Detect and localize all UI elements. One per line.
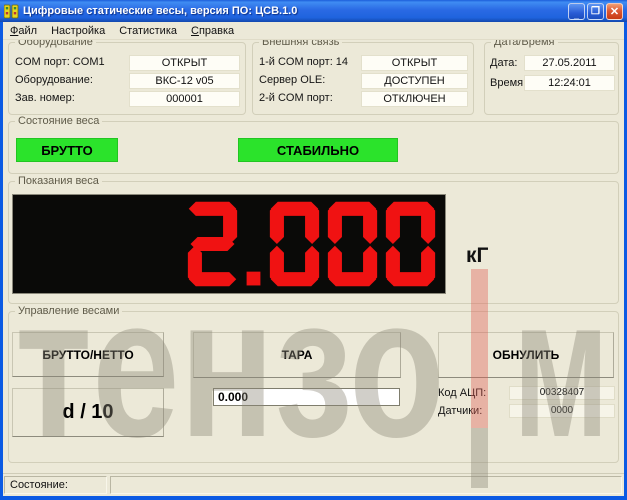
- device-label: Оборудование:: [15, 74, 93, 86]
- weight-readout-caption: Показания веса: [15, 175, 102, 187]
- sensors-value: 0000: [509, 404, 615, 418]
- controls-caption: Управление весами: [15, 305, 122, 317]
- zero-button[interactable]: ОБНУЛИТЬ: [438, 332, 614, 378]
- serial-value: 000001: [129, 91, 240, 107]
- menu-item-help[interactable]: Справка: [184, 24, 241, 38]
- status-bar: Состояние:: [3, 473, 624, 496]
- ole-label: Сервер OLE:: [259, 74, 325, 86]
- unit-label: кГ: [466, 244, 488, 268]
- weight-readout-group: Показания веса кГ: [8, 181, 619, 304]
- d10-button[interactable]: d / 10: [12, 388, 164, 437]
- com1-label: 1-й COM порт: 14: [259, 56, 348, 68]
- time-value: 12:24:01: [524, 75, 615, 91]
- window-title: Цифровые статические весы, версия ПО: ЦС…: [23, 5, 568, 17]
- segment-digit: [186, 200, 239, 288]
- segment-digit: [384, 200, 437, 288]
- close-button[interactable]: ✕: [606, 3, 623, 20]
- segment-digit: [326, 200, 379, 288]
- app-window: Цифровые статические весы, версия ПО: ЦС…: [0, 0, 627, 500]
- segment-dot: [244, 200, 263, 288]
- device-value: ВКС-12 v05: [129, 73, 240, 89]
- status-label: Состояние:: [10, 479, 68, 491]
- gross-indicator: БРУТТО: [16, 138, 118, 162]
- time-label: Время:: [490, 77, 526, 89]
- sensors-label: Датчики:: [438, 405, 482, 417]
- window-border-left: [0, 0, 3, 500]
- menu-item-statistics[interactable]: Статистика: [112, 24, 184, 38]
- com-port-label: COM порт: COM1: [15, 56, 105, 68]
- com2-status: ОТКЛЮЧЕН: [361, 91, 468, 107]
- status-value-panel: [110, 476, 622, 494]
- title-bar: Цифровые статические весы, версия ПО: ЦС…: [0, 0, 627, 22]
- seven-segment-display: [12, 194, 446, 294]
- segment-digit: [268, 200, 321, 288]
- menu-bar: Файл Настройка Статистика Справка: [3, 22, 624, 40]
- equipment-group: Оборудование COM порт: COM1 ОТКРЫТ Обору…: [8, 42, 246, 115]
- com2-label: 2-й COM порт:: [259, 92, 333, 104]
- adc-label: Код АЦП:: [438, 387, 486, 399]
- adc-value: 00328407: [509, 386, 615, 400]
- window-border-bottom: [0, 496, 627, 500]
- stable-indicator: СТАБИЛЬНО: [238, 138, 398, 162]
- datetime-group: Дата/Время Дата: 27.05.2011 Время: 12:24…: [484, 42, 619, 115]
- weight-state-caption: Состояние веса: [15, 115, 102, 127]
- weight-state-group: Состояние веса БРУТТО СТАБИЛЬНО: [8, 121, 619, 174]
- tare-button[interactable]: ТАРА: [193, 332, 401, 378]
- app-icon: [4, 4, 19, 19]
- date-value: 27.05.2011: [524, 55, 615, 71]
- controls-group: Управление весами БРУТТО/НЕТТО ТАРА ОБНУ…: [8, 311, 619, 463]
- com1-status: ОТКРЫТ: [361, 55, 468, 71]
- external-link-group: Внешняя связь 1-й COM порт: 14 ОТКРЫТ Се…: [252, 42, 474, 115]
- maximize-button[interactable]: ❐: [587, 3, 604, 20]
- minimize-button[interactable]: _: [568, 3, 585, 20]
- tare-input[interactable]: [213, 388, 400, 406]
- serial-label: Зав. номер:: [15, 92, 75, 104]
- ole-status: ДОСТУПЕН: [361, 73, 468, 89]
- com-port-status: ОТКРЫТ: [129, 55, 240, 71]
- menu-item-settings[interactable]: Настройка: [44, 24, 112, 38]
- menu-item-file[interactable]: Файл: [3, 24, 44, 38]
- date-label: Дата:: [490, 57, 517, 69]
- status-label-panel: Состояние:: [4, 476, 107, 494]
- gross-net-button[interactable]: БРУТТО/НЕТТО: [12, 332, 164, 377]
